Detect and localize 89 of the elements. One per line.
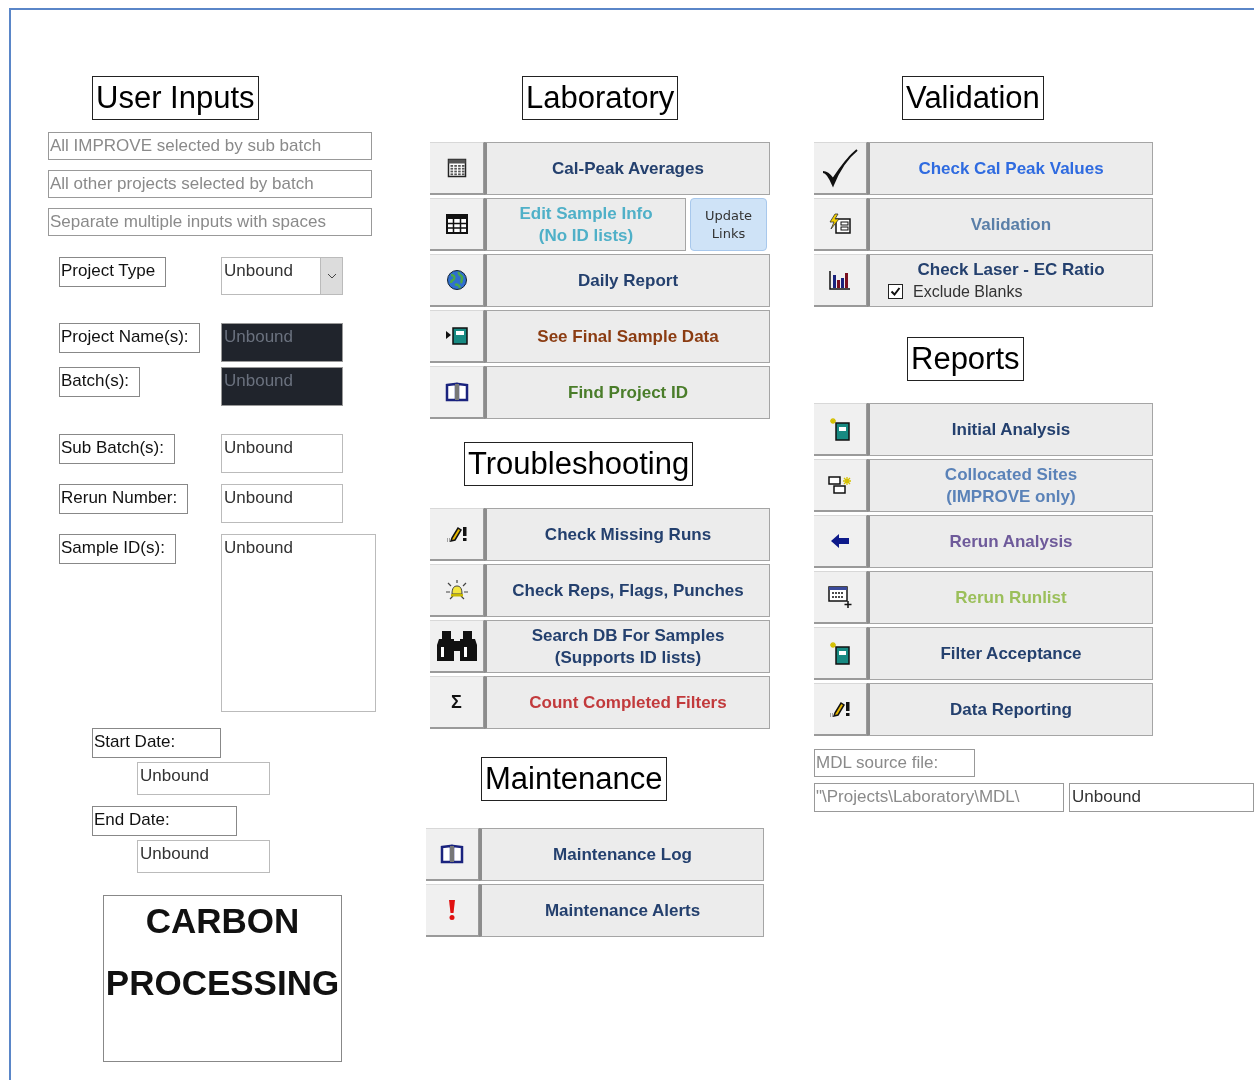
icon-tile[interactable] [814, 403, 867, 456]
input-field[interactable]: Unbound [221, 434, 343, 473]
icon-tile[interactable] [430, 564, 484, 617]
section-title: Laboratory [522, 76, 679, 120]
field-label: Project Type [59, 257, 167, 287]
command-button[interactable]: Cal-Peak Averages [484, 142, 770, 195]
icon-tile[interactable] [430, 620, 484, 673]
sigma-icon: Σ [451, 693, 462, 711]
input-field[interactable]: Unbound [221, 484, 343, 523]
icon-tile[interactable] [430, 142, 484, 195]
date-field[interactable]: Unbound [137, 762, 270, 795]
icon-tile[interactable] [814, 142, 867, 195]
checkbox-label: Exclude Blanks [913, 281, 1023, 302]
globe-icon [445, 269, 468, 291]
command-button[interactable]: Maintenance Log [479, 828, 764, 881]
command-button[interactable]: Daily Report [484, 254, 770, 307]
path-field[interactable]: "\Projects\Laboratory\MDL\ [814, 783, 1064, 812]
command-button[interactable]: Check Cal Peak Values [867, 142, 1153, 195]
icon-tile[interactable] [430, 198, 484, 251]
icon-tile[interactable] [426, 884, 479, 937]
command-button[interactable]: Maintenance Alerts [479, 884, 764, 937]
field-label: Batch(s): [59, 367, 141, 397]
icon-tile[interactable] [814, 254, 867, 307]
command-button[interactable]: Check Laser - EC Ratio Exclude Blanks [867, 254, 1153, 307]
command-button[interactable]: Check Reps, Flags, Punches [484, 564, 770, 617]
bulb-icon [444, 579, 469, 601]
command-button[interactable]: Check Missing Runs [484, 508, 770, 561]
update-links-button[interactable]: Update Links [690, 198, 767, 251]
pencil-alert-icon [828, 700, 852, 718]
binoculars-icon [435, 629, 478, 663]
command-button[interactable]: Validation [867, 198, 1153, 251]
hint-label: All other projects selected by batch [48, 170, 372, 198]
command-button[interactable]: Data Reporting [867, 683, 1153, 736]
icon-tile[interactable] [430, 254, 484, 307]
icon-tile[interactable] [814, 571, 867, 624]
logo-text: PROCESSING [105, 962, 340, 1004]
linked-windows-icon [828, 475, 852, 495]
command-button[interactable]: Filter Acceptance [867, 627, 1153, 680]
left-arrow-icon [830, 533, 850, 549]
field-label: Project Name(s): [59, 323, 200, 353]
icon-tile[interactable] [814, 459, 867, 512]
section-title: Validation [902, 76, 1044, 120]
calendar-icon [446, 158, 467, 178]
lightning-form-icon [828, 213, 852, 235]
icon-tile[interactable] [426, 828, 479, 881]
text-area[interactable]: Unbound [221, 534, 376, 712]
command-button[interactable]: Search DB For Samples (Supports ID lists) [484, 620, 770, 673]
command-button[interactable]: Rerun Analysis [867, 515, 1153, 568]
date-label: End Date: [92, 806, 237, 836]
icon-tile[interactable] [814, 683, 867, 736]
icon-tile[interactable] [814, 515, 867, 568]
checkmark-icon [821, 148, 859, 188]
field-label: Rerun Number: [59, 484, 189, 514]
section-title: Reports [907, 337, 1024, 381]
section-title: Maintenance [481, 757, 667, 801]
command-button[interactable]: Count Completed Filters [484, 676, 770, 729]
table-icon [445, 214, 468, 234]
icon-tile[interactable] [814, 198, 867, 251]
icon-tile[interactable] [430, 366, 484, 419]
hint-label: All IMPROVE selected by sub batch [48, 132, 372, 160]
icon-tile[interactable] [430, 508, 484, 561]
field-label: Sample ID(s): [59, 534, 176, 564]
exclamation-icon [448, 899, 456, 921]
date-field[interactable]: Unbound [137, 840, 270, 873]
bar-chart-icon [828, 270, 852, 290]
mdl-label: MDL source file: [814, 749, 975, 777]
hint-label: Separate multiple inputs with spaces [48, 208, 372, 236]
book-icon [440, 844, 464, 864]
chevron-down-icon [326, 273, 337, 279]
pencil-alert-icon [444, 525, 469, 543]
input-field[interactable]: Unbound [1069, 783, 1254, 812]
list-add-icon [828, 585, 852, 609]
icon-tile[interactable] [814, 627, 867, 680]
field-label: Sub Batch(s): [59, 434, 175, 464]
notebook-arrow-icon [444, 326, 469, 346]
command-button[interactable]: Find Project ID [484, 366, 770, 419]
icon-tile[interactable]: Σ [430, 676, 484, 729]
book-icon [444, 382, 469, 402]
icon-tile[interactable] [430, 310, 484, 363]
command-button[interactable]: Initial Analysis [867, 403, 1153, 456]
logo-text: CARBON [145, 900, 300, 942]
combo-box[interactable]: Unbound [221, 257, 343, 295]
section-title: User Inputs [92, 76, 259, 120]
command-button[interactable]: See Final Sample Data [484, 310, 770, 363]
notebook-sparkle-icon [829, 417, 851, 441]
notebook-sparkle-icon [829, 641, 851, 665]
date-label: Start Date: [92, 728, 221, 758]
checkbox[interactable] [888, 284, 903, 299]
section-title: Troubleshooting [464, 442, 694, 486]
